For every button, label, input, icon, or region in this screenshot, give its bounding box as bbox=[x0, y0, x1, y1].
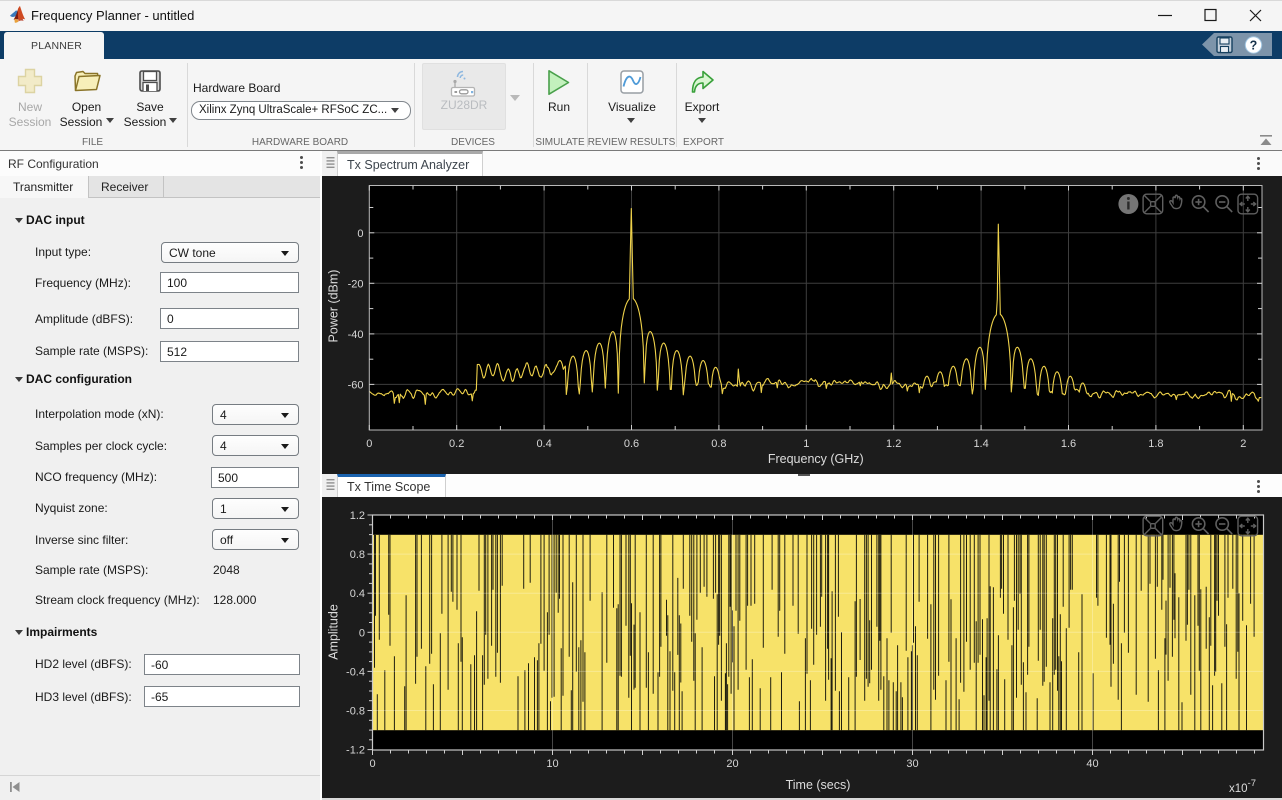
svg-text:Frequency (GHz): Frequency (GHz) bbox=[768, 452, 864, 466]
svg-text:1.8: 1.8 bbox=[1148, 438, 1163, 450]
svg-text:0.2: 0.2 bbox=[449, 438, 464, 450]
svg-text:0: 0 bbox=[366, 438, 372, 450]
svg-text:1: 1 bbox=[803, 438, 809, 450]
svg-text:0.6: 0.6 bbox=[624, 438, 639, 450]
svg-text:Power (dBm): Power (dBm) bbox=[327, 270, 341, 343]
svg-text:0: 0 bbox=[369, 758, 375, 770]
svg-text:-0.4: -0.4 bbox=[346, 666, 365, 678]
svg-text:-1.2: -1.2 bbox=[346, 745, 365, 757]
svg-text:x10-7: x10-7 bbox=[1229, 778, 1256, 795]
svg-text:2: 2 bbox=[1240, 438, 1246, 450]
svg-text:40: 40 bbox=[1086, 758, 1098, 770]
svg-text:0.8: 0.8 bbox=[350, 549, 365, 561]
svg-text:-40: -40 bbox=[348, 329, 364, 341]
svg-text:Time (secs): Time (secs) bbox=[786, 778, 851, 792]
svg-text:Amplitude: Amplitude bbox=[327, 604, 341, 660]
svg-text:0.4: 0.4 bbox=[536, 438, 551, 450]
svg-text:-60: -60 bbox=[348, 379, 364, 391]
svg-text:1.4: 1.4 bbox=[973, 438, 988, 450]
svg-text:1.6: 1.6 bbox=[1061, 438, 1076, 450]
svg-text:10: 10 bbox=[546, 758, 558, 770]
svg-text:0.8: 0.8 bbox=[711, 438, 726, 450]
svg-text:-0.8: -0.8 bbox=[346, 706, 365, 718]
svg-text:-20: -20 bbox=[348, 278, 364, 290]
svg-text:30: 30 bbox=[906, 758, 918, 770]
svg-text:0.4: 0.4 bbox=[350, 588, 365, 600]
svg-text:1.2: 1.2 bbox=[350, 510, 365, 522]
svg-text:20: 20 bbox=[726, 758, 738, 770]
svg-text:1.2: 1.2 bbox=[886, 438, 901, 450]
svg-text:?: ? bbox=[1250, 38, 1258, 52]
svg-text:0: 0 bbox=[359, 627, 365, 639]
svg-text:0: 0 bbox=[357, 228, 363, 240]
